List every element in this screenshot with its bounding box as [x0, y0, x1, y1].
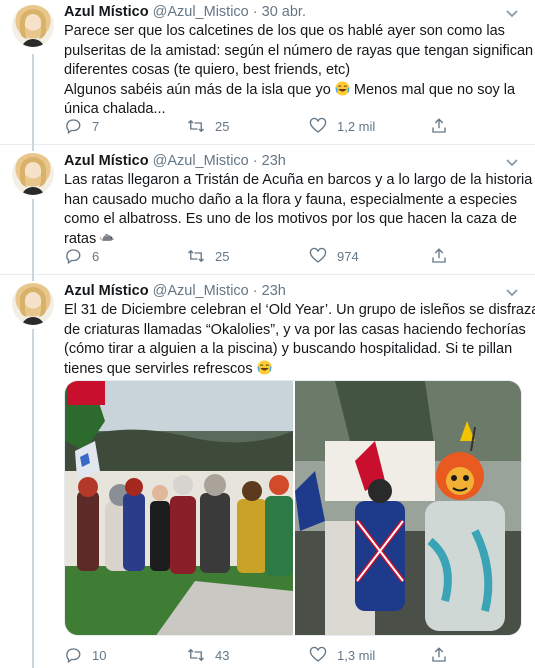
- text-line: Las ratas llegaron a Tristán de Acuña en…: [64, 172, 533, 188]
- text-line: de criaturas llamadas “Okalolies”, y va …: [64, 321, 526, 338]
- text-line: El 31 de Diciembre celebran el ‘Old Year…: [64, 302, 535, 318]
- share-icon: [432, 248, 446, 263]
- photo-image: [65, 381, 293, 635]
- tweet-2[interactable]: Azul Místico @Azul_Mistico · 23h Las rat…: [0, 145, 535, 275]
- like-button[interactable]: 974: [309, 247, 359, 265]
- reply-button[interactable]: 7: [64, 117, 99, 135]
- author-handle[interactable]: @Azul_Mistico: [153, 153, 249, 169]
- tweet-actions: 7 25 1,2 mil: [64, 117, 464, 137]
- avatar[interactable]: [12, 153, 54, 195]
- like-button[interactable]: 1,3 mil: [309, 646, 375, 664]
- text-line: Algunos sabéis aún más de la isla que yo…: [64, 81, 516, 98]
- reply-icon: [66, 119, 81, 135]
- reply-button[interactable]: 10: [64, 646, 106, 664]
- share-button[interactable]: [430, 117, 448, 135]
- tweet-actions: 6 25 974: [64, 247, 464, 267]
- retweet-count: 43: [215, 647, 230, 663]
- tweet-header: Azul Místico @Azul_Mistico · 23h: [64, 283, 286, 299]
- heart-icon: [309, 117, 327, 133]
- timestamp[interactable]: 23h: [262, 153, 286, 169]
- retweet-count: 25: [215, 118, 230, 134]
- reply-icon: [66, 249, 81, 265]
- author-name[interactable]: Azul Místico: [64, 4, 149, 20]
- thread-line: [32, 145, 34, 151]
- retweet-icon: [188, 119, 204, 133]
- like-count: 974: [337, 248, 359, 264]
- retweet-count: 25: [215, 248, 230, 264]
- share-button[interactable]: [430, 247, 448, 265]
- tweet-text: Parece ser que los calcetines de los que…: [64, 22, 534, 120]
- reply-count: 10: [92, 647, 107, 663]
- text-line: han causado mucho daño a la flora y faun…: [64, 191, 518, 208]
- text-line: tienes que servirles refrescos: [64, 360, 524, 380]
- timestamp[interactable]: 30 abr.: [262, 4, 306, 20]
- thread-line: [32, 199, 34, 275]
- tweet-media[interactable]: [64, 380, 522, 636]
- share-icon: [432, 647, 446, 662]
- reply-button[interactable]: 6: [64, 247, 99, 265]
- chevron-down-icon[interactable]: [505, 288, 519, 298]
- share-button[interactable]: [430, 646, 448, 664]
- tweet-text: Las ratas llegaron a Tristán de Acuña en…: [64, 171, 533, 249]
- chevron-down-icon[interactable]: [505, 9, 519, 19]
- text-line: (cómo tirar a alguien a la piscina) y bu…: [64, 341, 513, 358]
- author-handle[interactable]: @Azul_Mistico: [153, 4, 249, 20]
- photo-okalolie-costume[interactable]: [295, 381, 521, 635]
- retweet-icon: [188, 648, 204, 662]
- laughing-emoji-icon: [335, 81, 350, 96]
- like-button[interactable]: 1,2 mil: [309, 117, 375, 135]
- thread-line: [32, 329, 34, 668]
- text-line: pulseritas de la amistad: según el númer…: [64, 42, 534, 59]
- text-line: como el albatross. Es uno de los motivos…: [64, 211, 517, 228]
- separator-dot: ·: [252, 4, 258, 20]
- photo-image: [295, 381, 521, 635]
- laughing-emoji-icon: [256, 360, 272, 375]
- author-handle[interactable]: @Azul_Mistico: [153, 283, 249, 299]
- text-line: Parece ser que los calcetines de los que…: [64, 23, 505, 39]
- heart-icon: [309, 247, 327, 263]
- text-line: diferentes cosas (te quiero, best friend…: [64, 62, 351, 79]
- timestamp[interactable]: 23h: [262, 283, 286, 299]
- tweet-actions: 10 43 1,3 mil: [64, 646, 464, 666]
- rat-emoji-icon: [100, 233, 115, 241]
- avatar[interactable]: [12, 283, 54, 325]
- share-icon: [432, 118, 446, 133]
- tweet-3[interactable]: Azul Místico @Azul_Mistico · 23h El 31 d…: [0, 275, 535, 668]
- heart-icon: [309, 646, 327, 662]
- author-name[interactable]: Azul Místico: [64, 283, 149, 299]
- retweet-button[interactable]: 43: [187, 646, 229, 664]
- photo-okalolies-group[interactable]: [65, 381, 293, 635]
- author-name[interactable]: Azul Místico: [64, 153, 149, 169]
- like-count: 1,3 mil: [337, 647, 376, 663]
- reply-count: 6: [92, 248, 100, 264]
- avatar[interactable]: [12, 5, 54, 47]
- chevron-down-icon[interactable]: [505, 158, 519, 168]
- tweet-1[interactable]: Azul Místico @Azul_Mistico · 30 abr. Par…: [0, 0, 535, 145]
- separator-dot: ·: [252, 283, 258, 299]
- tweet-text: El 31 de Diciembre celebran el ‘Old Year…: [64, 301, 535, 380]
- tweet-header: Azul Místico @Azul_Mistico · 23h: [64, 153, 286, 169]
- separator-dot: ·: [252, 153, 258, 169]
- tweet-header: Azul Místico @Azul_Mistico · 30 abr.: [64, 4, 306, 20]
- reply-icon: [66, 648, 81, 664]
- like-count: 1,2 mil: [337, 118, 376, 134]
- retweet-button[interactable]: 25: [187, 247, 229, 265]
- reply-count: 7: [92, 118, 100, 134]
- thread-line: [32, 275, 34, 281]
- thread-line: [32, 54, 34, 145]
- retweet-button[interactable]: 25: [187, 117, 229, 135]
- retweet-icon: [188, 249, 204, 263]
